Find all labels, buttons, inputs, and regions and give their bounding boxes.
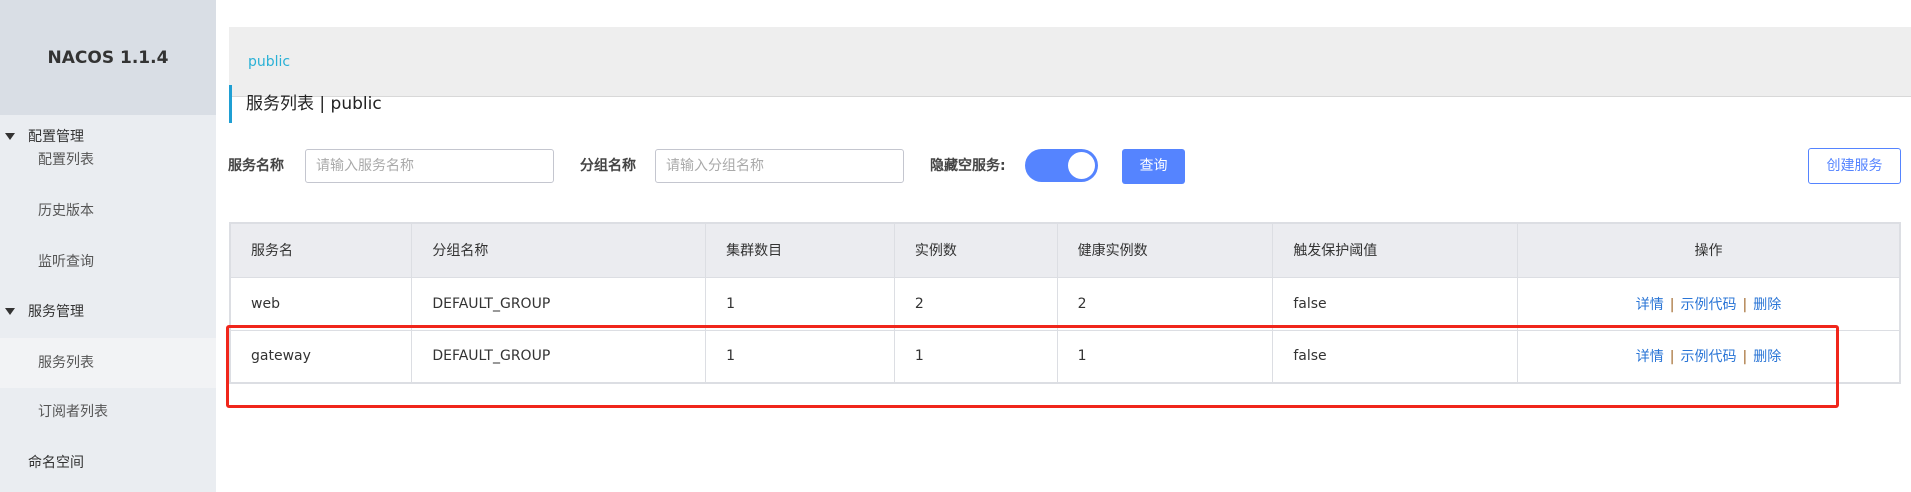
hide-empty-toggle[interactable]	[1025, 149, 1098, 182]
separator: |	[1669, 349, 1675, 366]
group-name-input[interactable]	[655, 149, 904, 183]
separator: |	[1669, 296, 1675, 313]
cell: web	[229, 276, 413, 331]
logo: NACOS 1.1.4	[0, 0, 216, 115]
sidebar-group-service[interactable]: 服务管理	[0, 287, 216, 337]
caret-down-icon	[5, 308, 15, 315]
sidebar-item-subscribers[interactable]: 订阅者列表	[0, 387, 216, 437]
cell: 2	[1056, 276, 1274, 331]
actions-cell: 详情 | 示例代码 | 删除	[1517, 329, 1901, 384]
cell: 2	[893, 276, 1058, 331]
service-name-label: 服务名称	[228, 158, 284, 174]
group-name-label: 分组名称	[580, 158, 636, 174]
cell: 1	[705, 276, 895, 331]
sidebar-item-namespace[interactable]: 命名空间	[0, 438, 216, 488]
separator: |	[1742, 349, 1748, 366]
label: 订阅者列表	[38, 404, 108, 420]
actions-cell: 详情 | 示例代码 | 删除	[1517, 276, 1901, 331]
label: 服务列表	[38, 355, 94, 371]
col-service-name: 服务名	[229, 222, 413, 278]
sample-code-link[interactable]: 示例代码	[1681, 297, 1737, 313]
table-row: web DEFAULT_GROUP 1 2 2 false 详情 | 示例代码 | 删除	[229, 276, 1901, 331]
service-table: 服务名 分组名称 集群数目 实例数 健康实例数 触发保护阈值 操作 web DE…	[229, 222, 1901, 384]
col-healthy-count: 健康实例数	[1056, 222, 1274, 278]
sidebar-item-history[interactable]: 历史版本	[0, 186, 216, 236]
separator: |	[1742, 296, 1748, 313]
label: 服务管理	[28, 304, 84, 320]
label: 监听查询	[38, 254, 94, 270]
create-service-button[interactable]: 创建服务	[1808, 148, 1901, 184]
cell: gateway	[229, 329, 413, 384]
namespace-link[interactable]: public	[248, 54, 290, 70]
hide-empty-label: 隐藏空服务:	[930, 158, 1006, 174]
cell: DEFAULT_GROUP	[411, 276, 707, 331]
label: 配置列表	[38, 152, 94, 168]
cell: false	[1272, 276, 1518, 331]
detail-link[interactable]: 详情	[1636, 349, 1664, 365]
sidebar-item-config-list[interactable]: 配置列表	[0, 135, 216, 185]
sidebar: NACOS 1.1.4 配置管理 配置列表 历史版本 监听查询 服务管理 服务列…	[0, 0, 216, 492]
breadcrumb[interactable]: public	[229, 27, 1911, 97]
cell: false	[1272, 329, 1518, 384]
label: 命名空间	[28, 455, 84, 471]
table-row: gateway DEFAULT_GROUP 1 1 1 false 详情 | 示例代…	[229, 329, 1901, 384]
delete-link[interactable]: 删除	[1753, 349, 1781, 365]
col-protect-threshold: 触发保护阈值	[1272, 222, 1518, 278]
cell: DEFAULT_GROUP	[411, 329, 707, 384]
col-operations: 操作	[1517, 222, 1901, 278]
sample-code-link[interactable]: 示例代码	[1681, 349, 1737, 365]
table-header: 服务名 分组名称 集群数目 实例数 健康实例数 触发保护阈值 操作	[229, 222, 1901, 278]
sidebar-item-listener-query[interactable]: 监听查询	[0, 237, 216, 287]
cell: 1	[705, 329, 895, 384]
query-button[interactable]: 查询	[1122, 149, 1185, 184]
col-cluster-count: 集群数目	[705, 222, 895, 278]
page-title: 服务列表 | public	[229, 85, 382, 123]
cell: 1	[1056, 329, 1274, 384]
col-instance-count: 实例数	[893, 222, 1058, 278]
detail-link[interactable]: 详情	[1636, 297, 1664, 313]
col-group-name: 分组名称	[411, 222, 707, 278]
toggle-knob	[1068, 152, 1095, 179]
service-name-input[interactable]	[305, 149, 554, 183]
sidebar-item-service-list[interactable]: 服务列表	[0, 338, 216, 388]
delete-link[interactable]: 删除	[1753, 297, 1781, 313]
label: 历史版本	[38, 203, 94, 219]
cell: 1	[893, 329, 1058, 384]
